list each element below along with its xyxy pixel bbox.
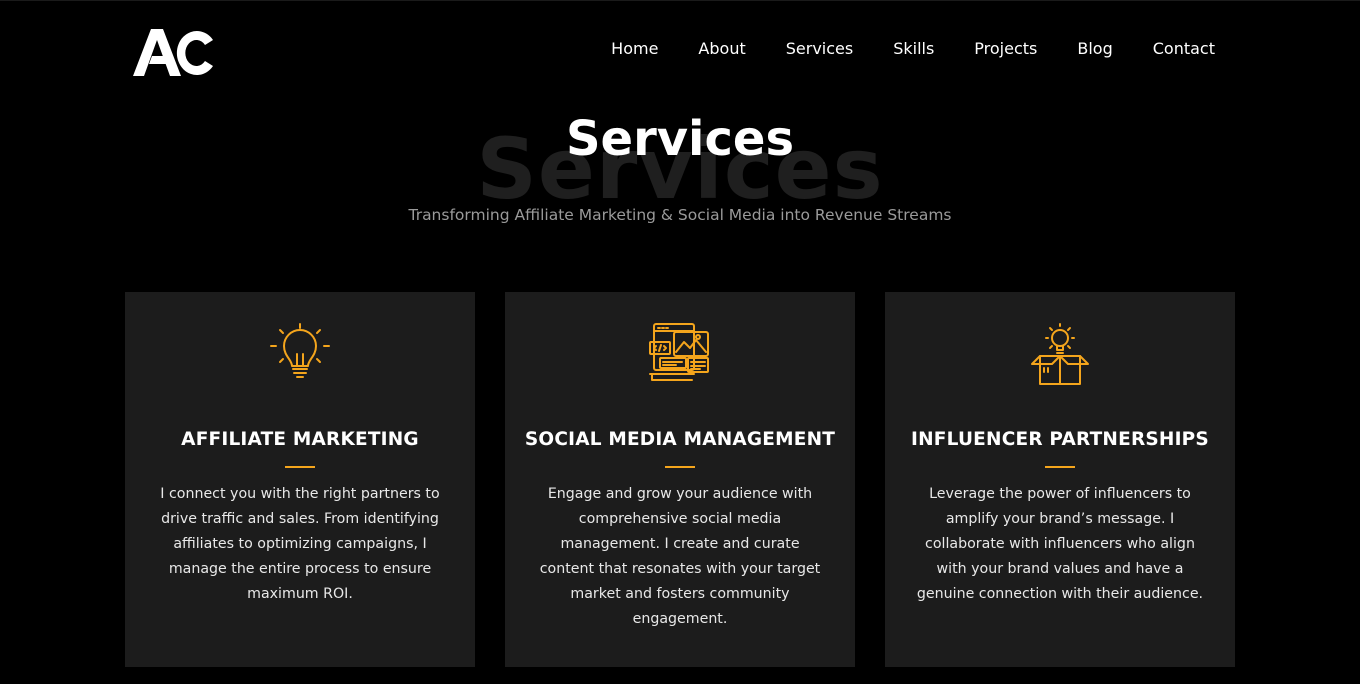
nav-services[interactable]: Services bbox=[766, 39, 873, 59]
page: AC Home About Services Skills Projects B… bbox=[0, 0, 1360, 684]
title-divider bbox=[1045, 466, 1075, 468]
web-design-icon bbox=[649, 323, 709, 381]
main-nav: Home About Services Skills Projects Blog… bbox=[591, 39, 1215, 59]
nav-contact[interactable]: Contact bbox=[1133, 39, 1215, 59]
service-card-influencer: INFLUENCER PARTNERSHIPS Leverage the pow… bbox=[885, 292, 1235, 667]
service-description: I connect you with the right partners to… bbox=[160, 486, 440, 602]
service-card-social-media: SOCIAL MEDIA MANAGEMENT Engage and grow … bbox=[505, 292, 855, 667]
section-subtitle: Transforming Affiliate Marketing & Socia… bbox=[408, 206, 952, 224]
section-title: Services bbox=[565, 111, 795, 167]
service-description: Engage and grow your audience with compr… bbox=[539, 486, 821, 627]
nav-projects[interactable]: Projects bbox=[954, 39, 1057, 59]
nav-about[interactable]: About bbox=[678, 39, 765, 59]
service-title: AFFILIATE MARKETING bbox=[181, 429, 419, 450]
title-divider bbox=[285, 466, 315, 468]
service-card-affiliate: AFFILIATE MARKETING I connect you with t… bbox=[125, 292, 475, 667]
service-title: INFLUENCER PARTNERSHIPS bbox=[911, 429, 1209, 450]
nav-blog[interactable]: Blog bbox=[1057, 39, 1132, 59]
service-title: SOCIAL MEDIA MANAGEMENT bbox=[524, 429, 836, 450]
title-divider bbox=[665, 466, 695, 468]
logo[interactable]: AC bbox=[133, 26, 215, 78]
service-description: Leverage the power of influencers to amp… bbox=[916, 486, 1204, 602]
nav-skills[interactable]: Skills bbox=[873, 39, 954, 59]
idea-box-icon bbox=[1031, 323, 1089, 385]
lightbulb-icon bbox=[270, 323, 330, 378]
services-list: AFFILIATE MARKETING I connect you with t… bbox=[125, 292, 1235, 667]
nav-home[interactable]: Home bbox=[591, 39, 678, 59]
